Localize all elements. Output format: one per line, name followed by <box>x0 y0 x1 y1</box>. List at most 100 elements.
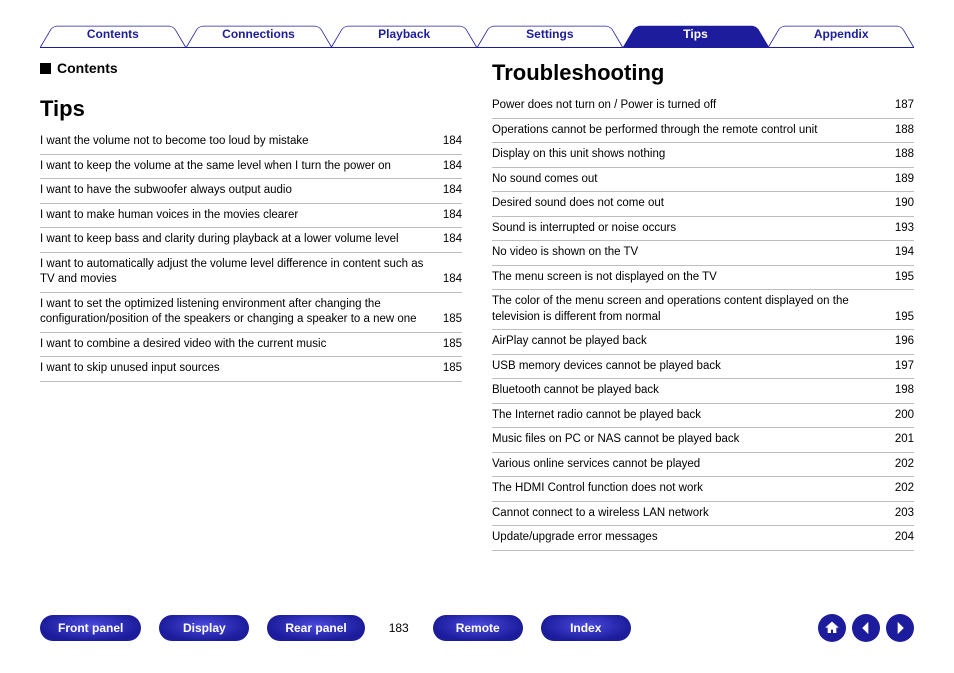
toc-text: I want the volume not to become too loud… <box>40 134 424 150</box>
tips-title: Tips <box>40 96 462 122</box>
toc-row[interactable]: Display on this unit shows nothing188 <box>492 143 914 168</box>
bottom-bar: Front panel Display Rear panel 183 Remot… <box>40 613 914 643</box>
toc-text: Cannot connect to a wireless LAN network <box>492 506 876 522</box>
nav-icons <box>818 614 914 642</box>
toc-row[interactable]: The color of the menu screen and operati… <box>492 290 914 330</box>
toc-text: The Internet radio cannot be played back <box>492 408 876 424</box>
toc-page: 195 <box>884 270 914 286</box>
toc-page: 184 <box>432 208 462 224</box>
main-area: Contents Tips I want the volume not to b… <box>40 60 914 583</box>
toc-text: Sound is interrupted or noise occurs <box>492 221 876 237</box>
toc-text: The menu screen is not displayed on the … <box>492 270 876 286</box>
toc-page: 195 <box>884 310 914 326</box>
toc-row[interactable]: I want to keep the volume at the same le… <box>40 155 462 180</box>
toc-text: I want to keep bass and clarity during p… <box>40 232 424 248</box>
rear-panel-button[interactable]: Rear panel <box>267 615 364 641</box>
toc-page: 198 <box>884 383 914 399</box>
toc-text: I want to have the subwoofer always outp… <box>40 183 424 199</box>
tab-playback[interactable]: Playback <box>331 20 477 47</box>
toc-row[interactable]: Sound is interrupted or noise occurs 193 <box>492 217 914 242</box>
toc-row[interactable]: No video is shown on the TV 194 <box>492 241 914 266</box>
toc-page: 187 <box>884 98 914 114</box>
toc-row[interactable]: I want to set the optimized listening en… <box>40 293 462 333</box>
toc-row[interactable]: USB memory devices cannot be played back… <box>492 355 914 380</box>
toc-text: Desired sound does not come out <box>492 196 876 212</box>
toc-page: 196 <box>884 334 914 350</box>
toc-row[interactable]: I want the volume not to become too loud… <box>40 130 462 155</box>
toc-page: 190 <box>884 196 914 212</box>
next-page-icon[interactable] <box>886 614 914 642</box>
toc-row[interactable]: The menu screen is not displayed on the … <box>492 266 914 291</box>
toc-row[interactable]: I want to keep bass and clarity during p… <box>40 228 462 253</box>
display-button[interactable]: Display <box>159 615 249 641</box>
toc-page: 204 <box>884 530 914 546</box>
contents-heading: Contents <box>40 60 462 76</box>
toc-row[interactable]: Cannot connect to a wireless LAN network… <box>492 502 914 527</box>
toc-page: 202 <box>884 481 914 497</box>
tab-label: Tips <box>683 27 707 41</box>
toc-row[interactable]: Music files on PC or NAS cannot be playe… <box>492 428 914 453</box>
toc-page: 184 <box>432 134 462 150</box>
tab-label: Appendix <box>814 27 869 41</box>
toc-row[interactable]: AirPlay cannot be played back 196 <box>492 330 914 355</box>
tab-tips[interactable]: Tips <box>623 20 769 47</box>
toc-text: AirPlay cannot be played back <box>492 334 876 350</box>
toc-text: I want to make human voices in the movie… <box>40 208 424 224</box>
tab-contents[interactable]: Contents <box>40 20 186 47</box>
left-column: Contents Tips I want the volume not to b… <box>40 60 462 583</box>
tab-label: Settings <box>526 27 573 41</box>
index-button[interactable]: Index <box>541 615 631 641</box>
toc-page: 200 <box>884 408 914 424</box>
toc-page: 197 <box>884 359 914 375</box>
toc-text: No sound comes out <box>492 172 876 188</box>
toc-text: The color of the menu screen and operati… <box>492 294 876 325</box>
toc-text: I want to keep the volume at the same le… <box>40 159 424 175</box>
toc-page: 193 <box>884 221 914 237</box>
toc-row[interactable]: Various online services cannot be played… <box>492 453 914 478</box>
toc-row[interactable]: Operations cannot be performed through t… <box>492 119 914 144</box>
toc-page: 189 <box>884 172 914 188</box>
toc-text: Operations cannot be performed through t… <box>492 123 876 139</box>
toc-row[interactable]: I want to make human voices in the movie… <box>40 204 462 229</box>
tab-connections[interactable]: Connections <box>186 20 332 47</box>
toc-row[interactable]: I want to skip unused input sources185 <box>40 357 462 382</box>
toc-row[interactable]: Bluetooth cannot be played back 198 <box>492 379 914 404</box>
toc-row[interactable]: Update/upgrade error messages204 <box>492 526 914 551</box>
toc-row[interactable]: Power does not turn on / Power is turned… <box>492 94 914 119</box>
remote-button[interactable]: Remote <box>433 615 523 641</box>
toc-text: Bluetooth cannot be played back <box>492 383 876 399</box>
tab-label: Connections <box>222 27 295 41</box>
toc-page: 194 <box>884 245 914 261</box>
toc-row[interactable]: The Internet radio cannot be played back… <box>492 404 914 429</box>
page-number: 183 <box>383 621 415 635</box>
toc-row[interactable]: The HDMI Control function does not work 2… <box>492 477 914 502</box>
tab-settings[interactable]: Settings <box>477 20 623 47</box>
toc-page: 184 <box>432 232 462 248</box>
toc-page: 188 <box>884 123 914 139</box>
toc-row[interactable]: I want to automatically adjust the volum… <box>40 253 462 293</box>
toc-text: Display on this unit shows nothing <box>492 147 876 163</box>
contents-label: Contents <box>57 60 118 76</box>
toc-row[interactable]: I want to combine a desired video with t… <box>40 333 462 358</box>
toc-text: Music files on PC or NAS cannot be playe… <box>492 432 876 448</box>
right-column: Troubleshooting Power does not turn on /… <box>492 60 914 583</box>
square-bullet-icon <box>40 63 51 74</box>
toc-text: No video is shown on the TV <box>492 245 876 261</box>
toc-row[interactable]: No sound comes out 189 <box>492 168 914 193</box>
top-nav: Contents Connections Playback Settings T… <box>40 20 914 48</box>
toc-page: 184 <box>432 159 462 175</box>
tab-appendix[interactable]: Appendix <box>768 20 914 47</box>
toc-page: 203 <box>884 506 914 522</box>
toc-page: 202 <box>884 457 914 473</box>
front-panel-button[interactable]: Front panel <box>40 615 141 641</box>
toc-text: The HDMI Control function does not work <box>492 481 876 497</box>
tips-toc: I want the volume not to become too loud… <box>40 130 462 382</box>
tab-label: Playback <box>378 27 430 41</box>
troubleshooting-title: Troubleshooting <box>492 60 914 86</box>
toc-text: Power does not turn on / Power is turned… <box>492 98 876 114</box>
home-icon[interactable] <box>818 614 846 642</box>
toc-row[interactable]: I want to have the subwoofer always outp… <box>40 179 462 204</box>
toc-text: Various online services cannot be played <box>492 457 876 473</box>
prev-page-icon[interactable] <box>852 614 880 642</box>
toc-row[interactable]: Desired sound does not come out 190 <box>492 192 914 217</box>
